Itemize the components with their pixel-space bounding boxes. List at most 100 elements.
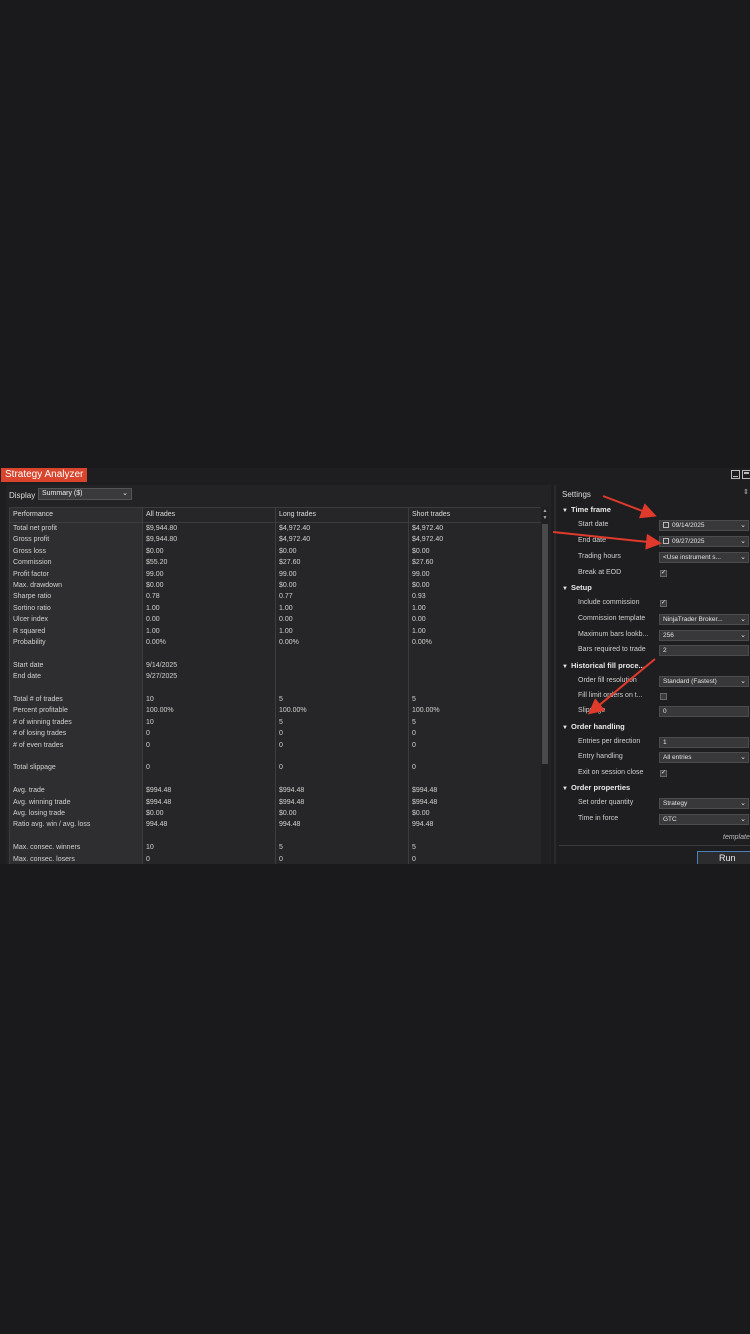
triangle-down-icon[interactable]: ▼ xyxy=(562,725,571,731)
table-cell: 1.00 xyxy=(279,604,293,612)
column-header[interactable]: Performance xyxy=(10,508,142,523)
setting-value: Standard (Fastest) xyxy=(663,678,717,685)
scroll-down-icon[interactable]: ▼ xyxy=(541,515,549,521)
setting-value: 09/14/2025 xyxy=(672,522,705,529)
setting-select[interactable]: <Use instrument s... ⌄ xyxy=(659,552,749,563)
row-label: # of winning trades xyxy=(13,718,72,726)
chevron-down-icon[interactable]: ⌄ xyxy=(740,677,746,686)
calendar-icon[interactable] xyxy=(663,538,669,544)
row-label: End date xyxy=(13,673,42,681)
settings-section-header[interactable]: ▼ Order handling xyxy=(562,722,625,731)
setting-input[interactable]: 2 xyxy=(659,645,749,656)
chevron-down-icon[interactable]: ⌄ xyxy=(740,553,746,562)
row-label: Max. drawdown xyxy=(13,582,63,589)
display-label: Display xyxy=(9,491,36,500)
table-cell: $4,972.40 xyxy=(412,525,444,532)
table-cell: 0.00 xyxy=(412,616,426,624)
setting-value: 09/27/2025 xyxy=(672,538,705,545)
table-cell: 0 xyxy=(279,741,283,749)
settings-section-header[interactable]: ▼ Order properties xyxy=(562,783,630,792)
chevron-down-icon[interactable]: ⌄ xyxy=(740,631,746,640)
chevron-down-icon[interactable]: ⌄ xyxy=(740,521,746,530)
table-cell: 0.78 xyxy=(146,593,160,601)
chevron-down-icon[interactable]: ⌄ xyxy=(740,753,746,762)
row-label: Avg. trade xyxy=(13,787,45,795)
column-header[interactable]: Short trades xyxy=(409,508,541,523)
table-cell: $55.20 xyxy=(146,559,168,567)
setting-select[interactable]: 256 ⌄ xyxy=(659,630,749,641)
table-cell: 0 xyxy=(279,855,283,863)
setting-value: GTC xyxy=(663,816,677,823)
setting-label: End date xyxy=(578,537,607,544)
setting-select[interactable]: NinjaTrader Broker... ⌄ xyxy=(659,614,749,625)
setting-value: <Use instrument s... xyxy=(663,554,721,561)
date-picker[interactable]: 09/14/2025 ⌄ xyxy=(659,520,749,531)
sort-icon[interactable]: ⇕ xyxy=(743,488,749,496)
chevron-down-icon[interactable]: ⌄ xyxy=(740,799,746,808)
template-link[interactable]: template xyxy=(723,834,750,841)
performance-panel: Display Summary ($) ⌄ Performance Total … xyxy=(6,485,551,864)
setting-checkbox[interactable]: ✓ xyxy=(660,770,667,777)
setting-input[interactable]: 1 xyxy=(659,737,749,748)
setting-label: Include commission xyxy=(578,599,640,606)
table-cell: 99.00 xyxy=(146,570,164,578)
setting-value: 1 xyxy=(663,739,667,746)
chevron-down-icon[interactable]: ⌄ xyxy=(740,615,746,624)
checkmark-icon: ✓ xyxy=(661,570,667,576)
table-cell: $994.48 xyxy=(146,798,172,806)
performance-table: Performance Total net profit Gross profit… xyxy=(9,507,542,864)
scroll-up-icon[interactable]: ▲ xyxy=(541,508,549,514)
setting-checkbox[interactable]: ✓ xyxy=(660,570,667,577)
table-cell: 0.00% xyxy=(412,639,432,646)
display-select[interactable]: Summary ($) ⌄ xyxy=(38,488,132,500)
setting-select[interactable]: All entries ⌄ xyxy=(659,752,749,763)
calendar-icon[interactable] xyxy=(663,522,669,528)
chevron-down-icon[interactable]: ⌄ xyxy=(740,537,746,546)
column-all-trades: All trades $9,944.80 $9,944.80 $0.00 $55.20… xyxy=(143,508,276,864)
setting-value: 2 xyxy=(663,647,667,654)
settings-section-header[interactable]: ▼ Time frame xyxy=(562,505,611,514)
table-cell: 0 xyxy=(412,730,416,738)
setting-select[interactable]: GTC ⌄ xyxy=(659,814,749,825)
table-scrollbar[interactable]: ▲ ▼ xyxy=(541,507,549,864)
column-header[interactable]: Long trades xyxy=(276,508,408,523)
table-cell: 10 xyxy=(146,696,154,703)
table-cell: 5 xyxy=(279,696,283,703)
table-cell: $994.48 xyxy=(279,798,305,806)
settings-section-header[interactable]: ▼ Setup xyxy=(562,583,592,592)
table-cell: 0 xyxy=(146,764,150,772)
date-picker[interactable]: 09/27/2025 ⌄ xyxy=(659,536,749,547)
triangle-down-icon[interactable]: ▼ xyxy=(562,586,571,592)
scrollbar-thumb[interactable] xyxy=(542,524,548,764)
triangle-down-icon[interactable]: ▼ xyxy=(562,508,571,514)
setting-label: Fill limit orders on t... xyxy=(578,692,643,699)
setting-label: Bars required to trade xyxy=(578,646,646,653)
table-cell: 0.00 xyxy=(146,616,160,624)
table-cell: 100.00% xyxy=(146,707,174,715)
setting-label: Maximum bars lookb... xyxy=(578,631,649,638)
table-cell: 0 xyxy=(279,764,283,772)
run-button[interactable]: Run xyxy=(697,851,750,864)
setting-checkbox[interactable]: ✓ xyxy=(660,600,667,607)
table-cell: $0.00 xyxy=(146,582,164,589)
minimize-button[interactable] xyxy=(731,470,740,479)
settings-section-header[interactable]: ▼ Historical fill proce... xyxy=(562,661,645,670)
table-cell: 99.00 xyxy=(412,570,430,578)
row-label: Max. consec. winners xyxy=(13,844,81,852)
table-cell: 5 xyxy=(279,844,283,852)
setting-value: 256 xyxy=(663,632,674,639)
panel-splitter[interactable] xyxy=(554,485,556,864)
triangle-down-icon[interactable]: ▼ xyxy=(562,786,571,792)
title-bar: Strategy Analyzer xyxy=(0,468,750,482)
setting-checkbox[interactable] xyxy=(660,693,667,700)
column-header[interactable]: All trades xyxy=(143,508,275,523)
triangle-down-icon[interactable]: ▼ xyxy=(562,664,571,670)
setting-select[interactable]: Strategy ⌄ xyxy=(659,798,749,809)
chevron-down-icon[interactable]: ⌄ xyxy=(740,815,746,824)
row-label: Start date xyxy=(13,661,44,669)
setting-input[interactable]: 0 xyxy=(659,706,749,717)
maximize-button[interactable] xyxy=(742,470,750,479)
row-label: Avg. losing trade xyxy=(13,810,66,817)
section-title: Setup xyxy=(571,583,592,592)
setting-select[interactable]: Standard (Fastest) ⌄ xyxy=(659,676,749,687)
